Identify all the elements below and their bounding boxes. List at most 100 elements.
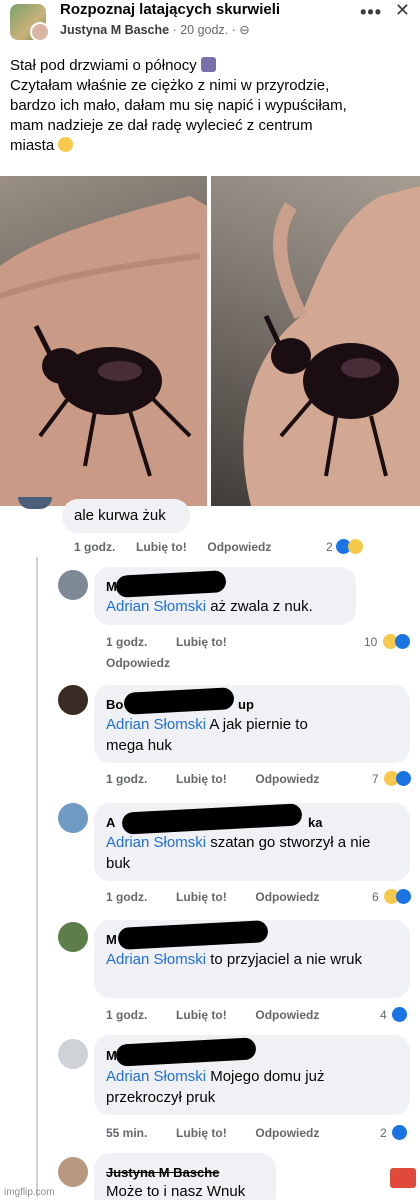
commenter-name-tail: up	[238, 697, 254, 712]
comment-text: Adrian Słomski A jak piernie to mega huk	[106, 714, 326, 756]
like-reaction-icon	[396, 771, 412, 786]
corner-badge-icon	[390, 1168, 416, 1188]
comment-bubble: Justyna M Basche Może to i nasz Wnuk	[94, 1153, 276, 1200]
like-reaction-icon	[394, 634, 410, 649]
reply-link[interactable]: Odpowiedz	[255, 1126, 319, 1140]
reply-link[interactable]: Odpowiedz	[255, 772, 319, 786]
comment-actions: 1 godz. Lubię to! Odpowiedz	[74, 540, 271, 554]
comment-text: ale kurwa żuk	[74, 507, 166, 524]
reply-link[interactable]: Odpowiedz	[255, 890, 319, 904]
comment-bubble: M Adrian Słomski Mojego domu już przekro…	[94, 1035, 410, 1115]
post-text-line: Stał pod drzwiami o północy	[10, 57, 197, 74]
post-text: Stał pod drzwiami o północy Czytałam wła…	[10, 56, 412, 156]
name-redaction	[121, 803, 303, 835]
avatar-partial	[18, 497, 52, 509]
like-reaction-icon	[392, 1125, 408, 1140]
reaction-count: 10	[364, 635, 378, 649]
globe-icon: ⊖	[239, 23, 250, 37]
avatar[interactable]	[58, 1039, 88, 1069]
reaction-count: 7	[372, 772, 379, 786]
post-text-line: mam nadzieje ze dał radę wylecieć z cent…	[10, 117, 313, 134]
group-name[interactable]: Rozpoznaj latających skurwieli	[60, 1, 280, 18]
comment-time[interactable]: 1 godz.	[106, 890, 147, 904]
comment-bubble: M Adrian Słomski aż zwala z nuk.	[94, 567, 356, 625]
post: Rozpoznaj latających skurwieli Justyna M…	[0, 0, 420, 506]
reaction-summary[interactable]: 2	[380, 1125, 408, 1140]
reaction-count: 4	[380, 1008, 387, 1022]
comment-time[interactable]: 55 min.	[106, 1126, 147, 1140]
comment-body: to przyjaciel a nie wruk	[206, 951, 362, 968]
like-link[interactable]: Lubię to!	[176, 890, 227, 904]
like-reaction-icon	[396, 889, 412, 904]
mention-link[interactable]: Adrian Słomski	[106, 716, 206, 733]
name-redaction	[115, 1037, 257, 1067]
author-name[interactable]: Justyna M Basche	[60, 23, 169, 37]
comment-bubble: ale kurwa żuk	[62, 499, 190, 533]
comment-time[interactable]: 1 godz.	[106, 635, 147, 649]
smiling-emoji-icon	[58, 137, 74, 152]
post-text-line: bardzo ich mało, dałam mu się napić i wy…	[10, 97, 347, 114]
comment-actions: 1 godz. Lubię to! Odpowiedz	[106, 890, 319, 904]
photo-grid	[0, 176, 420, 506]
beetle-photo-left[interactable]	[0, 176, 207, 506]
post-time[interactable]: 20 godz.	[180, 23, 228, 37]
comment-actions: 1 godz. Lubię to! Odpowiedz	[106, 1008, 319, 1022]
commenter-name[interactable]: A	[106, 812, 115, 833]
comment-actions: 55 min. Lubię to! Odpowiedz	[106, 1126, 319, 1140]
commenter-name[interactable]: M	[106, 929, 117, 950]
watermark: imgflip.com	[4, 1187, 55, 1198]
like-link[interactable]: Lubię to!	[176, 1008, 227, 1022]
beetle-photo-right[interactable]	[211, 176, 420, 506]
name-redaction	[123, 687, 235, 715]
reaction-count: 2	[380, 1126, 387, 1140]
close-icon[interactable]: ✕	[395, 0, 410, 21]
reaction-summary[interactable]: 6	[372, 889, 412, 904]
comment-time[interactable]: 1 godz.	[106, 1008, 147, 1022]
mention-link[interactable]: Adrian Słomski	[106, 598, 206, 615]
comment-body: aż zwala z nuk.	[206, 598, 313, 615]
comment-text: Adrian Słomski to przyjaciel a nie wruk	[106, 949, 396, 970]
like-link[interactable]: Lubię to!	[176, 635, 227, 649]
comment-text: Adrian Słomski Mojego domu już przekrocz…	[106, 1066, 326, 1108]
author-avatar[interactable]	[30, 22, 50, 42]
avatar[interactable]	[58, 685, 88, 715]
like-link[interactable]: Lubię to!	[176, 772, 227, 786]
comment-text: Adrian Słomski szatan go stworzył a nie …	[106, 832, 396, 874]
avatar[interactable]	[58, 570, 88, 600]
like-link[interactable]: Lubię to!	[176, 1126, 227, 1140]
comment-bubble: A ka Adrian Słomski szatan go stworzył a…	[94, 803, 410, 881]
comment-actions: 1 godz. Lubię to!	[106, 635, 227, 649]
comment-bubble: M Adrian Słomski to przyjaciel a nie wru…	[94, 920, 410, 998]
reply-link[interactable]: Odpowiedz	[255, 1008, 319, 1022]
reaction-count: 6	[372, 890, 379, 904]
reaction-summary[interactable]: 4	[380, 1007, 408, 1022]
mention-link[interactable]: Adrian Słomski	[106, 1068, 206, 1085]
name-redaction	[117, 920, 269, 950]
comment-actions: 1 godz. Lubię to! Odpowiedz	[106, 772, 319, 786]
avatar[interactable]	[58, 922, 88, 952]
reaction-summary[interactable]: 10	[364, 634, 410, 649]
comment-time[interactable]: 1 godz.	[106, 772, 147, 786]
haha-reaction-icon	[348, 539, 364, 554]
name-redaction	[115, 570, 227, 598]
post-text-line: Czytałam właśnie ze ciężko z nimi w przy…	[10, 77, 330, 94]
comment-bubble: Bo up Adrian Słomski A jak piernie to me…	[94, 685, 410, 763]
commenter-name[interactable]: Bo	[106, 694, 123, 715]
beetle-emoji-icon	[200, 57, 216, 72]
like-link[interactable]: Lubię to!	[136, 540, 187, 554]
comment-time[interactable]: 1 godz.	[74, 540, 115, 554]
comments-section: ale kurwa żuk 1 godz. Lubię to! Odpowied…	[0, 497, 420, 1200]
mention-link[interactable]: Adrian Słomski	[106, 951, 206, 968]
commenter-name[interactable]: Justyna M Basche	[106, 1162, 219, 1183]
comment-text: Adrian Słomski aż zwala z nuk.	[106, 596, 313, 617]
post-header: Rozpoznaj latających skurwieli Justyna M…	[0, 0, 420, 44]
more-horizontal-icon[interactable]: •••	[360, 2, 382, 23]
mention-link[interactable]: Adrian Słomski	[106, 834, 206, 851]
reply-link[interactable]: Odpowiedz	[207, 540, 271, 554]
avatar[interactable]	[58, 803, 88, 833]
reply-link[interactable]: Odpowiedz	[106, 656, 170, 670]
reaction-summary[interactable]: 7	[372, 771, 412, 786]
author-line: Justyna M Basche · 20 godz. · ⊖	[60, 22, 250, 37]
avatar[interactable]	[58, 1157, 88, 1187]
reaction-summary[interactable]: 2	[326, 539, 364, 554]
